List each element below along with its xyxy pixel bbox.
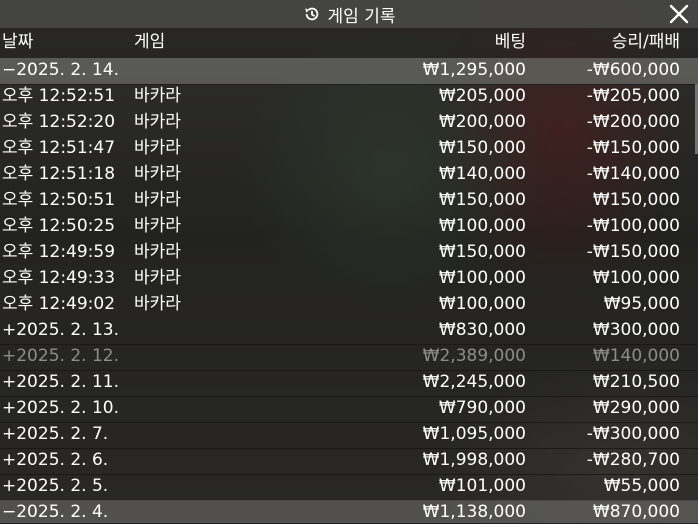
close-button[interactable] <box>668 3 690 25</box>
row-game: 바카라 <box>134 242 181 262</box>
row-winloss: ₩150,000 <box>592 190 680 210</box>
row-date: +2025. 2. 12. <box>2 346 119 366</box>
row-time: 오후 12:49:02 <box>2 294 116 314</box>
row-winloss: -₩150,000 <box>586 138 680 158</box>
row-bet: ₩140,000 <box>438 164 526 184</box>
row-bet: ₩200,000 <box>438 112 526 132</box>
row-bet: ₩1,095,000 <box>422 424 526 444</box>
date-group-row[interactable]: +2025. 2. 13. ₩830,000 ₩300,000 <box>0 318 698 345</box>
row-winloss: ₩55,000 <box>603 476 680 496</box>
row-winloss: ₩290,000 <box>592 398 680 418</box>
row-bet: ₩100,000 <box>438 268 526 288</box>
column-header-date: 날짜 <box>2 32 34 52</box>
modal-title: 게임 기록 <box>327 6 396 27</box>
date-group-row[interactable]: +2025. 2. 10. ₩790,000 ₩290,000 <box>0 396 698 423</box>
date-group-row[interactable]: +2025. 2. 6. ₩1,998,000 -₩280,700 <box>0 448 698 475</box>
game-record-row[interactable]: 오후 12:51:47 바카라 ₩150,000 -₩150,000 <box>0 136 698 162</box>
modal-header: 게임 기록 <box>0 0 698 28</box>
row-bet: ₩100,000 <box>438 216 526 236</box>
row-winloss: ₩95,000 <box>603 294 680 314</box>
row-bet: ₩205,000 <box>438 86 526 106</box>
date-group-row[interactable]: +2025. 2. 5. ₩101,000 ₩55,000 <box>0 474 698 501</box>
row-winloss: -₩100,000 <box>586 216 680 236</box>
row-winloss: ₩140,000 <box>592 346 680 366</box>
row-game: 바카라 <box>134 112 181 132</box>
row-time: 오후 12:49:59 <box>2 242 116 262</box>
close-icon[interactable] <box>668 3 690 25</box>
history-icon <box>303 5 321 23</box>
row-bet: ₩1,295,000 <box>422 60 526 80</box>
row-bet: ₩1,998,000 <box>422 450 526 470</box>
date-group-row[interactable]: +2025. 2. 12. ₩2,389,000 ₩140,000 <box>0 344 698 371</box>
date-group-row[interactable]: −2025. 2. 14. ₩1,295,000 -₩600,000 <box>0 58 698 85</box>
row-game: 바카라 <box>134 216 181 236</box>
row-game: 바카라 <box>134 138 181 158</box>
row-date: +2025. 2. 10. <box>2 398 119 418</box>
row-winloss: -₩600,000 <box>586 60 680 80</box>
row-winloss: -₩205,000 <box>586 86 680 106</box>
row-winloss: -₩300,000 <box>586 424 680 444</box>
row-bet: ₩100,000 <box>438 294 526 314</box>
row-winloss: -₩280,700 <box>586 450 680 470</box>
date-group-row[interactable]: +2025. 2. 7. ₩1,095,000 -₩300,000 <box>0 422 698 449</box>
row-time: 오후 12:49:33 <box>2 268 116 288</box>
row-bet: ₩790,000 <box>438 398 526 418</box>
row-bet: ₩150,000 <box>438 190 526 210</box>
game-record-row[interactable]: 오후 12:49:59 바카라 ₩150,000 -₩150,000 <box>0 240 698 266</box>
game-record-row[interactable]: 오후 12:51:18 바카라 ₩140,000 -₩140,000 <box>0 162 698 188</box>
row-date: +2025. 2. 5. <box>2 476 109 496</box>
row-winloss: -₩140,000 <box>586 164 680 184</box>
row-time: 오후 12:51:47 <box>2 138 116 158</box>
row-time: 오후 12:50:25 <box>2 216 116 236</box>
table-header: 날짜 게임 베팅 승리/패배 <box>0 28 698 58</box>
row-bet: ₩1,138,000 <box>422 502 526 522</box>
game-record-row[interactable]: 오후 12:49:33 바카라 ₩100,000 ₩100,000 <box>0 266 698 292</box>
column-header-game: 게임 <box>134 32 166 52</box>
row-bet: ₩2,389,000 <box>422 346 526 366</box>
row-winloss: ₩870,000 <box>592 502 680 522</box>
row-bet: ₩150,000 <box>438 242 526 262</box>
game-record-row[interactable]: 오후 12:52:51 바카라 ₩205,000 -₩205,000 <box>0 84 698 110</box>
row-game: 바카라 <box>134 190 181 210</box>
row-winloss: ₩300,000 <box>592 320 680 340</box>
game-record-row[interactable]: 오후 12:52:20 바카라 ₩200,000 -₩200,000 <box>0 110 698 136</box>
row-date: +2025. 2. 7. <box>2 424 109 444</box>
column-header-winloss: 승리/패배 <box>611 32 680 52</box>
row-time: 오후 12:51:18 <box>2 164 116 184</box>
row-bet: ₩830,000 <box>438 320 526 340</box>
row-bet: ₩2,245,000 <box>422 372 526 392</box>
game-record-row[interactable]: 오후 12:50:25 바카라 ₩100,000 -₩100,000 <box>0 214 698 240</box>
row-winloss: ₩210,500 <box>592 372 680 392</box>
row-winloss: -₩200,000 <box>586 112 680 132</box>
row-time: 오후 12:52:51 <box>2 86 116 106</box>
column-header-bet: 베팅 <box>494 32 526 52</box>
row-date: −2025. 2. 14. <box>2 60 119 80</box>
game-record-row[interactable]: 오후 12:49:02 바카라 ₩100,000 ₩95,000 <box>0 292 698 318</box>
row-winloss: ₩100,000 <box>592 268 680 288</box>
row-date: −2025. 2. 4. <box>2 502 109 522</box>
row-bet: ₩150,000 <box>438 138 526 158</box>
row-game: 바카라 <box>134 164 181 184</box>
row-bet: ₩101,000 <box>438 476 526 496</box>
game-record-row[interactable]: 오후 12:50:51 바카라 ₩150,000 ₩150,000 <box>0 188 698 214</box>
row-game: 바카라 <box>134 294 181 314</box>
row-date: +2025. 2. 13. <box>2 320 119 340</box>
row-date: +2025. 2. 11. <box>2 372 119 392</box>
row-game: 바카라 <box>134 268 181 288</box>
row-game: 바카라 <box>134 86 181 106</box>
date-group-row[interactable]: −2025. 2. 4. ₩1,138,000 ₩870,000 <box>0 500 698 524</box>
row-winloss: -₩150,000 <box>586 242 680 262</box>
title-group: 게임 기록 <box>0 0 698 28</box>
row-time: 오후 12:50:51 <box>2 190 116 210</box>
row-time: 오후 12:52:20 <box>2 112 116 132</box>
row-date: +2025. 2. 6. <box>2 450 109 470</box>
date-group-row[interactable]: +2025. 2. 11. ₩2,245,000 ₩210,500 <box>0 370 698 397</box>
